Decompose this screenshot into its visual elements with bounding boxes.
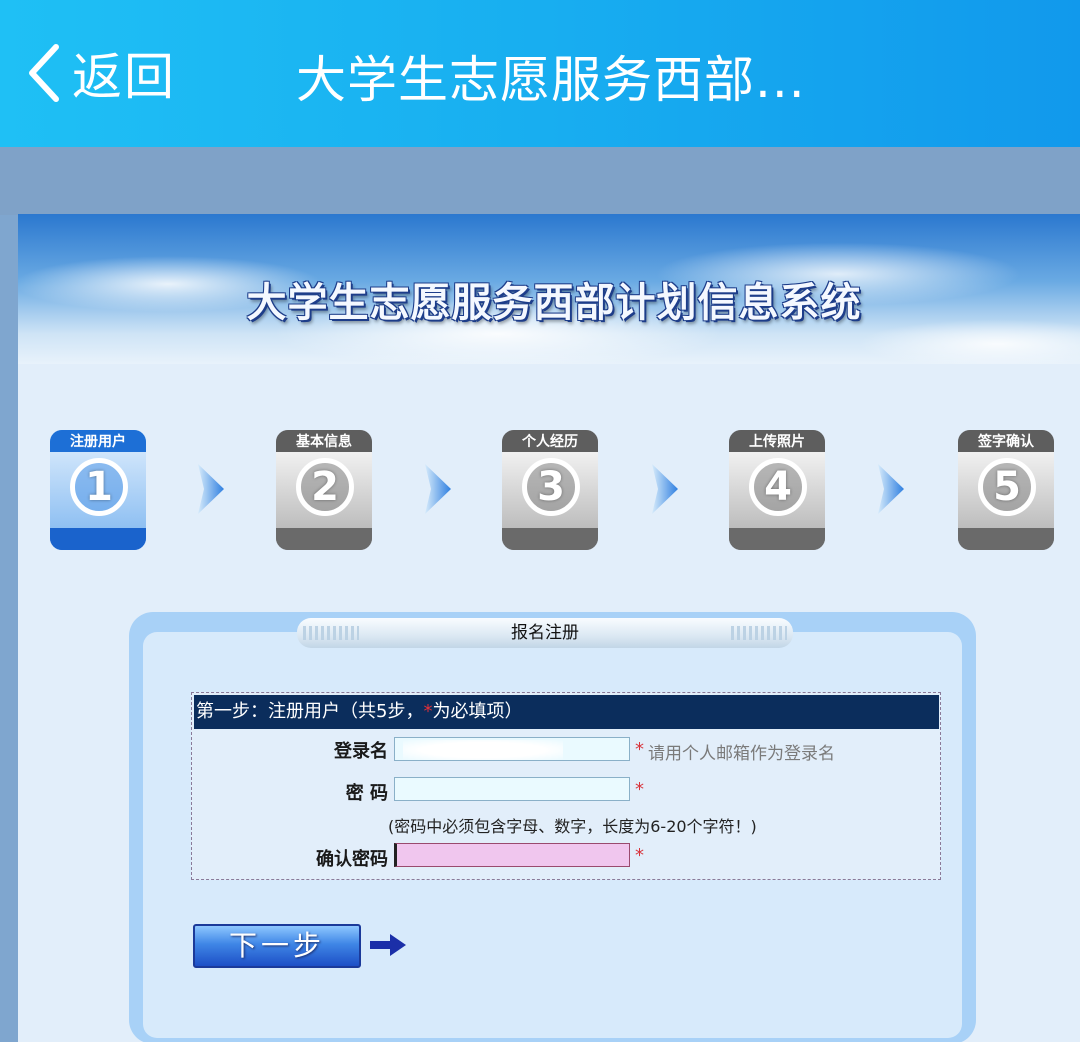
login-input[interactable] (394, 737, 630, 761)
arrow-right-icon (652, 464, 678, 514)
arrow-right-icon (878, 464, 904, 514)
tab-decoration (303, 626, 359, 640)
login-label: 登录名 (334, 741, 388, 762)
next-step-button[interactable]: 下一步 (193, 924, 361, 968)
site-title: 大学生志愿服务西部计划信息系统 (246, 280, 862, 326)
step-number: 2 (296, 458, 354, 516)
back-label: 返回 (72, 48, 176, 106)
password-input[interactable] (394, 777, 630, 801)
app-bar: 返回 大学生志愿服务西部... (0, 0, 1080, 147)
page-title: 大学生志愿服务西部... (296, 51, 806, 109)
step-4: 上传照片 4 (729, 430, 825, 550)
registration-form: 第一步：注册用户（共5步，*为必填项） 登录名 * 请用个人邮箱作为登录名 密 … (191, 692, 941, 880)
form-step-heading: 第一步：注册用户（共5步，*为必填项） (194, 695, 939, 729)
tab-decoration (731, 626, 787, 640)
back-button[interactable]: 返回 (24, 38, 176, 108)
step-5: 签字确认 5 (958, 430, 1054, 550)
step-label: 上传照片 (729, 430, 825, 452)
header-gap (0, 147, 1080, 215)
step-label: 基本信息 (276, 430, 372, 452)
password-label: 密 码 (345, 783, 388, 804)
web-page: 大学生志愿服务西部计划信息系统 注册用户 1 基本信息 2 个人经历 3 上传照… (18, 214, 1080, 1042)
chevron-left-icon (29, 44, 59, 102)
required-star: * (635, 779, 644, 800)
step-2: 基本信息 2 (276, 430, 372, 550)
login-hint: 请用个人邮箱作为登录名 (648, 744, 835, 764)
arrow-right-icon (425, 464, 451, 514)
step-label: 注册用户 (50, 430, 146, 452)
required-star: * (635, 739, 644, 760)
step-label: 个人经历 (502, 430, 598, 452)
step-label: 签字确认 (958, 430, 1054, 452)
arrow-right-icon (370, 934, 406, 956)
required-star: * (635, 845, 644, 866)
confirm-password-label: 确认密码 (316, 849, 388, 870)
step-number: 4 (749, 458, 807, 516)
step-number: 3 (522, 458, 580, 516)
registration-panel-body: 第一步：注册用户（共5步，*为必填项） 登录名 * 请用个人邮箱作为登录名 密 … (143, 632, 962, 1038)
arrow-right-icon (198, 464, 224, 514)
password-rule-note: (密码中必须包含字母、数字，长度为6-20个字符！) (388, 817, 757, 836)
step-1: 注册用户 1 (50, 430, 146, 550)
confirm-password-input[interactable] (394, 843, 630, 867)
site-banner: 大学生志愿服务西部计划信息系统 (18, 214, 1080, 364)
redaction-blur (403, 740, 563, 760)
step-3: 个人经历 3 (502, 430, 598, 550)
step-number: 5 (978, 458, 1036, 516)
panel-title: 报名注册 (297, 618, 793, 648)
step-number: 1 (70, 458, 128, 516)
registration-panel: 第一步：注册用户（共5步，*为必填项） 登录名 * 请用个人邮箱作为登录名 密 … (129, 612, 976, 1042)
